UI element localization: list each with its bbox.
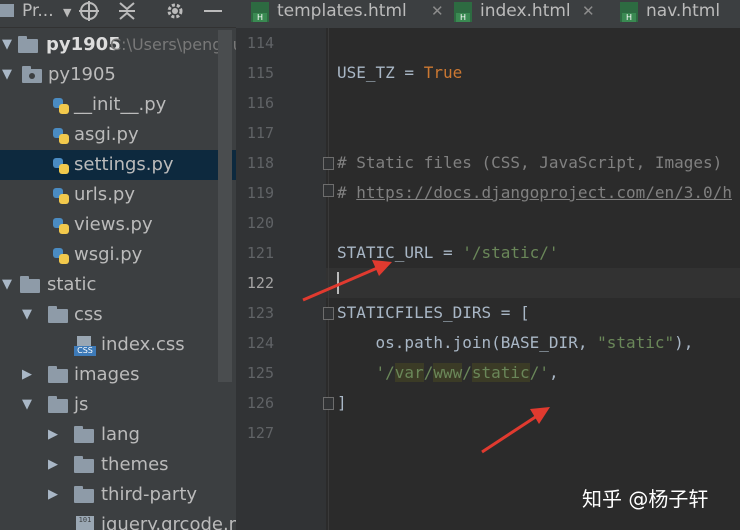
watermark: 知乎 @杨子轩	[582, 487, 709, 511]
red-arrow-icon	[481, 407, 550, 454]
red-arrow-icon	[302, 260, 392, 302]
annotation-arrows	[302, 260, 550, 454]
